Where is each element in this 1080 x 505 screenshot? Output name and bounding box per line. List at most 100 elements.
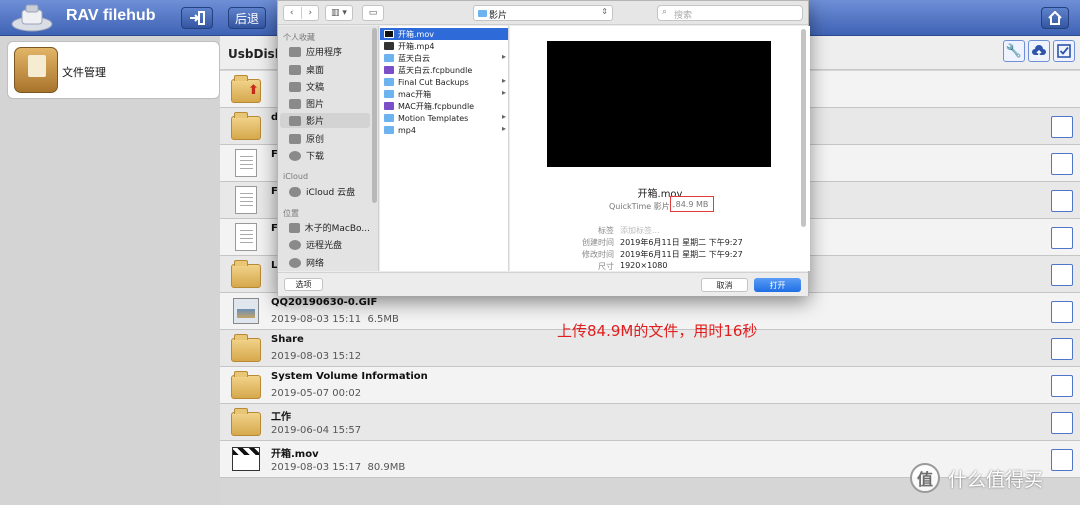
folder-icon	[384, 78, 394, 86]
sidebar-item-icloud-drive[interactable]: iCloud 云盘	[280, 184, 370, 199]
chevron-right-icon: ▸	[501, 52, 506, 61]
tags-input[interactable]: 添加标签...	[620, 225, 660, 236]
laptop-icon	[289, 222, 300, 233]
dimensions-value: 1920×1080	[620, 261, 668, 270]
file-meta: 2019-05-07 00:02	[271, 388, 362, 399]
row-checkbox[interactable]	[1051, 412, 1073, 434]
video-icon	[231, 445, 261, 473]
section-icloud: iCloud	[283, 172, 309, 181]
file-item[interactable]: 开箱.mp4	[380, 40, 508, 52]
sidebar-item-label: 下载	[306, 152, 325, 162]
desktop-icon	[289, 64, 301, 75]
folder-icon	[231, 112, 261, 140]
file-item[interactable]: 蓝天白云.fcpbundle	[380, 64, 508, 76]
file-item[interactable]: Final Cut Backups ▸	[380, 76, 508, 88]
row-checkbox[interactable]	[1051, 116, 1073, 138]
disc-icon	[289, 239, 301, 250]
section-locations: 位置	[283, 209, 299, 218]
preview-file-kind: QuickTime 影片 -	[609, 202, 676, 211]
row-checkbox[interactable]	[1051, 190, 1073, 212]
options-button[interactable]: 选项	[284, 278, 323, 291]
tags-label: 标签	[598, 226, 614, 235]
sidebar-item-downloads[interactable]: 下载	[280, 148, 370, 163]
file-item[interactable]: MAC开箱.fcpbundle	[380, 100, 508, 112]
open-button[interactable]: 打开	[754, 278, 801, 292]
chevron-left-icon[interactable]: ‹	[290, 8, 294, 18]
row-checkbox[interactable]	[1051, 227, 1073, 249]
wrench-icon: 🔧	[1005, 43, 1023, 59]
folder-icon	[384, 90, 394, 98]
file-meta: 2019-06-04 15:57	[271, 425, 362, 436]
sidebar-item-applications[interactable]: 应用程序	[280, 44, 370, 59]
nav-back-forward[interactable]: ‹ ›	[283, 5, 319, 21]
settings-button[interactable]: 🔧	[1003, 40, 1025, 62]
sidebar-item-desktop[interactable]: 桌面	[280, 62, 370, 77]
search-input[interactable]: ⌕ 搜索	[657, 5, 803, 21]
chevron-right-icon: ▸	[501, 124, 506, 133]
upload-button[interactable]	[1028, 40, 1050, 62]
logout-button[interactable]	[181, 7, 213, 29]
sidebar-item-network[interactable]: 网络	[280, 255, 370, 270]
sidebar-item-label: 远程光盘	[306, 241, 343, 251]
row-checkbox[interactable]	[1051, 375, 1073, 397]
chevron-right-icon[interactable]: ›	[309, 8, 313, 18]
fcpbundle-icon	[384, 102, 394, 110]
sidebar-item-label: 影片	[306, 117, 325, 127]
file-item[interactable]: 蓝天白云 ▸	[380, 52, 508, 64]
dialog-sidebar: 个人收藏 应用程序 桌面 文稿 图片 影片 原创 下载 iCloud iClou…	[278, 26, 379, 271]
file-item[interactable]: mac开箱 ▸	[380, 88, 508, 100]
sidebar-item-macbook[interactable]: 木子的MacBo...	[280, 220, 370, 235]
back-button[interactable]: 后退	[228, 7, 266, 29]
new-folder-button[interactable]: ▭	[362, 5, 384, 21]
list-item[interactable]: System Volume Information 2019-05-07 00:…	[220, 367, 1080, 404]
file-name: 开箱.mov	[271, 449, 319, 460]
sidebar-item-label: iCloud 云盘	[306, 188, 356, 198]
sidebar-item-label: 应用程序	[306, 48, 343, 58]
select-button[interactable]	[1053, 40, 1075, 62]
file-item-selected[interactable]: 开箱.mov	[380, 28, 508, 40]
file-item-label: 开箱.mov	[398, 29, 434, 39]
row-checkbox[interactable]	[1051, 153, 1073, 175]
file-item-label: mac开箱	[398, 89, 432, 99]
scrollbar[interactable]	[372, 28, 377, 203]
file-item[interactable]: mp4 ▸	[380, 124, 508, 136]
sidebar-item-file-manager[interactable]: 文件管理	[7, 41, 220, 99]
list-item[interactable]: 工作 2019-06-04 15:57	[220, 404, 1080, 441]
checkbox-icon	[1057, 44, 1071, 58]
logout-icon	[190, 11, 205, 25]
location-popup[interactable]: 影片 ⇕	[473, 5, 613, 21]
section-favorites: 个人收藏	[283, 33, 315, 42]
dialog-toolbar: ‹ › ▥ ▾ ▭ 影片 ⇕ ⌕ 搜索	[278, 1, 808, 25]
home-button[interactable]	[1041, 7, 1069, 29]
folder-icon: ▭	[368, 8, 378, 18]
file-item[interactable]: Motion Templates ▸	[380, 112, 508, 124]
row-checkbox[interactable]	[1051, 449, 1073, 471]
folder-icon	[478, 10, 487, 17]
modified-value: 2019年6月11日 星期二 下午9:27	[620, 250, 743, 259]
dimensions-label: 尺寸	[598, 262, 614, 271]
sidebar-item-label: 原创	[306, 135, 325, 145]
download-icon	[289, 150, 301, 161]
created-value: 2019年6月11日 星期二 下午9:27	[620, 238, 743, 247]
cancel-button[interactable]: 取消	[701, 278, 748, 292]
view-mode-button[interactable]: ▥ ▾	[325, 5, 353, 21]
cloud-upload-icon	[1032, 45, 1046, 57]
file-item-label: 蓝天白云	[398, 53, 430, 63]
app-logo-icon	[11, 4, 53, 32]
folder-icon	[231, 408, 261, 436]
chevron-right-icon: ▸	[501, 88, 506, 97]
row-checkbox[interactable]	[1051, 264, 1073, 286]
row-checkbox[interactable]	[1051, 338, 1073, 360]
dialog-footer: 选项 取消 打开	[278, 272, 808, 296]
sidebar-item-original[interactable]: 原创	[280, 131, 370, 146]
modified-label: 修改时间	[582, 250, 614, 259]
sidebar-item-pictures[interactable]: 图片	[280, 96, 370, 111]
file-open-dialog: ‹ › ▥ ▾ ▭ 影片 ⇕ ⌕ 搜索 个人收藏 应用程序 桌面 文稿 图片 影…	[277, 0, 810, 296]
sidebar-item-label: 木子的MacBo...	[304, 224, 370, 234]
sidebar-item-documents[interactable]: 文稿	[280, 79, 370, 94]
row-checkbox[interactable]	[1051, 301, 1073, 323]
scrollbar[interactable]	[801, 29, 806, 227]
sidebar-item-movies[interactable]: 影片	[280, 113, 370, 128]
video-file-icon	[384, 42, 394, 50]
sidebar-item-remote-disc[interactable]: 远程光盘	[280, 237, 370, 252]
